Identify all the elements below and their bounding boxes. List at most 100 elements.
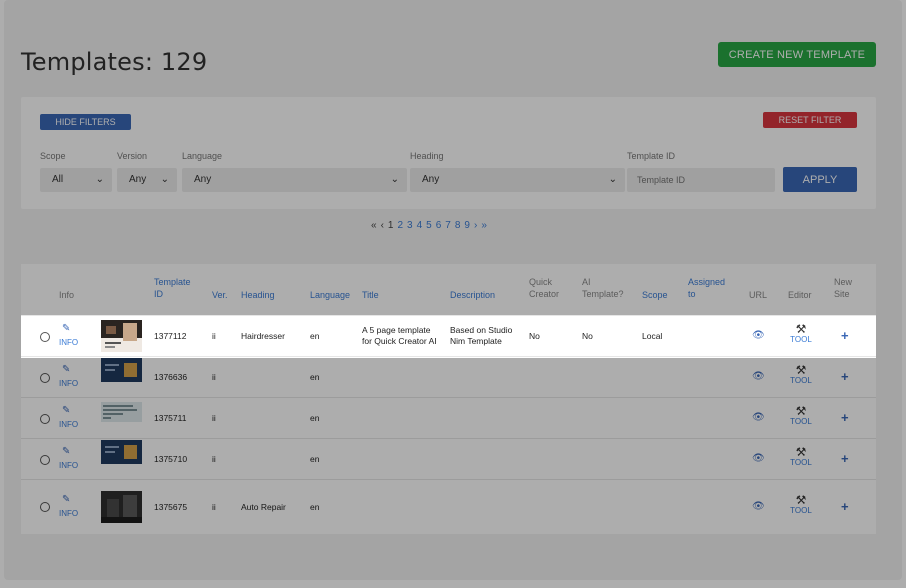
heading-select[interactable]: Any ⌄ <box>410 168 625 192</box>
scope-label: Scope <box>40 151 66 161</box>
row-select-radio[interactable] <box>40 332 50 342</box>
pencil-icon[interactable]: ✎ <box>62 446 70 457</box>
template-thumbnail <box>101 402 142 422</box>
plus-icon[interactable]: + <box>841 369 849 384</box>
col-ai-template-line2: Template? <box>582 289 624 299</box>
row-description: Based on Studio Nim Template <box>450 325 512 347</box>
eye-icon[interactable]: 👁 <box>752 453 765 464</box>
row-quick-creator: No <box>529 331 540 341</box>
info-link[interactable]: INFO <box>59 461 78 470</box>
page-link[interactable]: 8 <box>455 220 461 231</box>
pencil-icon[interactable]: ✎ <box>62 405 70 416</box>
language-select-value: Any <box>194 174 212 185</box>
info-link[interactable]: INFO <box>59 379 78 388</box>
row-ver: ii <box>212 331 216 341</box>
heading-select-value: Any <box>422 174 440 185</box>
version-label: Version <box>117 151 148 161</box>
col-heading[interactable]: Heading <box>241 289 275 301</box>
apply-button[interactable]: APPLY <box>783 167 857 192</box>
table-row: ✎ INFO 1376636 ii en 👁 ⚒ TOOL + <box>21 356 876 398</box>
row-heading: Hairdresser <box>241 331 285 341</box>
eye-icon[interactable]: 👁 <box>752 371 765 382</box>
row-select-radio[interactable] <box>40 414 50 424</box>
col-ai-template: AI Template? <box>582 276 624 300</box>
page-title: Templates: 129 <box>21 48 208 76</box>
row-template-id: 1375675 <box>154 502 188 512</box>
col-ai-template-line1: AI <box>582 277 591 287</box>
page-link[interactable]: 2 <box>397 220 403 231</box>
pencil-icon[interactable]: ✎ <box>62 364 70 375</box>
tool-label: TOOL <box>790 506 812 515</box>
chevron-down-icon: ⌄ <box>95 174 104 185</box>
row-select-radio[interactable] <box>40 455 50 465</box>
col-new-site-line2: Site <box>834 289 850 299</box>
pencil-icon[interactable]: ✎ <box>62 494 70 505</box>
row-language: en <box>310 502 320 512</box>
next-page-link[interactable]: › <box>474 220 477 231</box>
plus-icon[interactable]: + <box>841 328 849 343</box>
tool-label: TOOL <box>790 417 812 426</box>
tool-link[interactable]: ⚒ TOOL <box>787 323 815 344</box>
tools-icon: ⚒ <box>795 322 807 336</box>
info-link[interactable]: INFO <box>59 509 78 518</box>
eye-icon[interactable]: 👁 <box>752 501 765 512</box>
page-link[interactable]: 4 <box>417 220 423 231</box>
page-link[interactable]: 9 <box>464 220 470 231</box>
page-link[interactable]: 7 <box>445 220 451 231</box>
pagination: « ‹ 1 2 3 4 5 6 7 8 9 › » <box>371 220 491 231</box>
eye-icon[interactable]: 👁 <box>752 330 765 341</box>
eye-icon[interactable]: 👁 <box>752 412 765 423</box>
prev-page-link[interactable]: ‹ <box>381 220 384 231</box>
template-thumbnail <box>101 440 142 464</box>
hide-filters-button[interactable]: HIDE FILTERS <box>40 114 131 130</box>
scope-select[interactable]: All ⌄ <box>40 168 112 192</box>
tool-link[interactable]: ⚒ TOOL <box>787 405 815 426</box>
row-heading: Auto Repair <box>241 502 286 512</box>
row-language: en <box>310 372 320 382</box>
tool-link[interactable]: ⚒ TOOL <box>787 494 815 515</box>
row-template-id: 1375710 <box>154 454 188 464</box>
col-url: URL <box>749 290 768 300</box>
language-select[interactable]: Any ⌄ <box>182 168 407 192</box>
first-page-link[interactable]: « <box>371 220 377 231</box>
row-ai-template: No <box>582 331 593 341</box>
plus-icon[interactable]: + <box>841 410 849 425</box>
filter-panel: HIDE FILTERS RESET FILTER Scope Version … <box>21 97 876 209</box>
col-scope[interactable]: Scope <box>642 289 668 301</box>
page-link[interactable]: 3 <box>407 220 413 231</box>
create-new-template-button[interactable]: CREATE NEW TEMPLATE <box>718 42 876 67</box>
info-link[interactable]: INFO <box>59 420 78 429</box>
page-link[interactable]: 6 <box>436 220 442 231</box>
pencil-icon[interactable]: ✎ <box>62 323 70 334</box>
tool-link[interactable]: ⚒ TOOL <box>787 446 815 467</box>
row-language: en <box>310 331 320 341</box>
row-ver: ii <box>212 454 216 464</box>
col-language[interactable]: Language <box>310 289 350 301</box>
chevron-down-icon: ⌄ <box>160 174 169 185</box>
info-link[interactable]: INFO <box>59 338 78 347</box>
col-assigned-to[interactable]: Assigned to <box>688 276 725 300</box>
col-title[interactable]: Title <box>362 289 379 301</box>
row-language: en <box>310 454 320 464</box>
chevron-down-icon: ⌄ <box>608 174 617 185</box>
col-description[interactable]: Description <box>450 289 495 301</box>
row-ver: ii <box>212 372 216 382</box>
row-select-radio[interactable] <box>40 502 50 512</box>
tool-link[interactable]: ⚒ TOOL <box>787 364 815 385</box>
version-select[interactable]: Any ⌄ <box>117 168 177 192</box>
col-template-id[interactable]: Template ID <box>154 276 191 300</box>
heading-label: Heading <box>410 151 444 161</box>
row-template-id: 1375711 <box>154 413 187 423</box>
col-template-id-line1: Template <box>154 277 191 287</box>
row-scope: Local <box>642 331 663 341</box>
tool-label: TOOL <box>790 458 812 467</box>
page-link[interactable]: 5 <box>426 220 432 231</box>
plus-icon[interactable]: + <box>841 451 849 466</box>
last-page-link[interactable]: » <box>481 220 487 231</box>
row-ver: ii <box>212 502 216 512</box>
row-select-radio[interactable] <box>40 373 50 383</box>
template-id-input[interactable] <box>627 168 775 192</box>
col-ver[interactable]: Ver. <box>212 289 228 301</box>
reset-filter-button[interactable]: RESET FILTER <box>763 112 857 128</box>
plus-icon[interactable]: + <box>841 499 849 514</box>
